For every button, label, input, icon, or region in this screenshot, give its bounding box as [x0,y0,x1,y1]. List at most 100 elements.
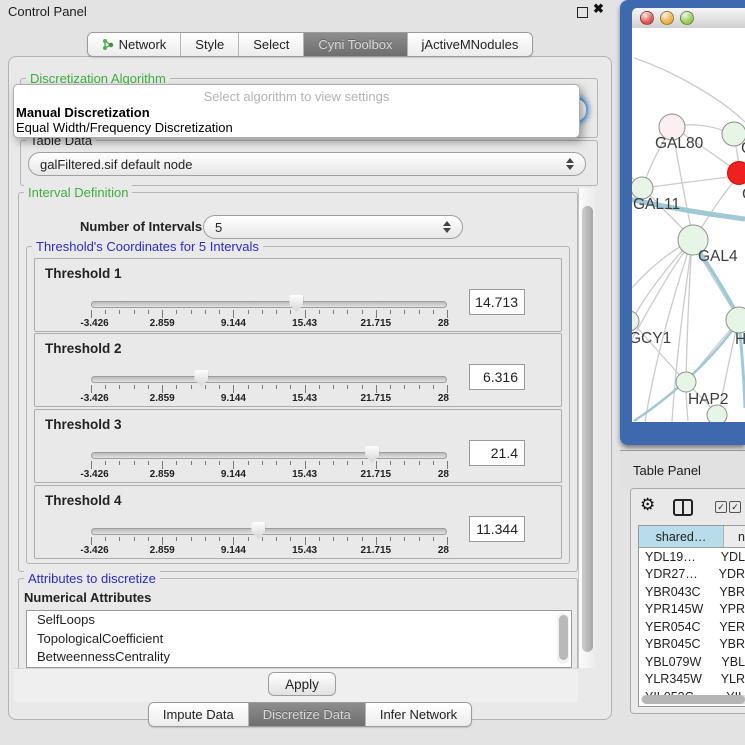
float-panel-icon[interactable] [577,7,588,18]
slider-track[interactable] [91,376,447,383]
slider-ticks [91,537,447,545]
cell[interactable]: YBR045C [639,637,716,651]
minimize-traffic-light-icon[interactable] [660,11,674,25]
table-row[interactable]: YDL19…YDL1 [639,548,745,566]
threshold-value-field[interactable]: 11.344 [469,516,525,542]
network-canvas[interactable]: GAL80GACGAL11GAL4GCY1HHAP2 [632,28,745,422]
tab-label: Cyni Toolbox [318,37,392,52]
tab-discretize-data[interactable]: Discretize Data [248,703,365,726]
cell[interactable]: YDL1 [718,550,745,564]
table-horizontal-scrollbar[interactable] [641,695,745,704]
table-scrollbar-thumb[interactable] [642,695,745,704]
threshold-slider[interactable]: -3.426 2.859 9.144 15.43 21.715 28 [91,293,447,329]
threshold-1-panel: Threshold 1 -3.426 2.859 9.144 15.43 21.… [34,258,562,332]
cell[interactable]: YBR043C [639,585,716,599]
algorithm-option-prompt[interactable]: Select algorithm to view settings [14,89,579,104]
cell[interactable]: YPR1 [716,602,745,616]
column-header-shared-name[interactable]: shared… [639,526,724,547]
threshold-slider[interactable]: -3.426 2.859 9.144 15.43 21.715 28 [91,444,447,480]
table-row[interactable]: YBR043CYBR0 [639,583,745,601]
algorithm-option-equal-width[interactable]: Equal Width/Frequency Discretization [16,120,233,135]
stepper-arrows-icon[interactable] [443,221,451,233]
tick-mark [376,537,377,545]
table-row[interactable]: YDR27…YDR2 [639,566,745,584]
cell[interactable]: YER0 [716,620,745,634]
panel-scrollbar-thumb[interactable] [582,206,593,652]
tab-style[interactable]: Style [180,33,238,56]
list-scrollbar[interactable] [557,613,569,664]
slider-track[interactable] [91,301,447,308]
network-node[interactable] [707,405,727,422]
tick-mark [162,537,163,545]
list-item[interactable]: SelfLoops [27,611,571,630]
algorithm-option-manual[interactable]: Manual Discretization [16,105,150,120]
slider-track[interactable] [91,452,447,459]
tick-mark [290,310,291,314]
cell[interactable]: YPR145W [639,602,716,616]
cell[interactable]: YLR345W [639,672,718,686]
cell[interactable]: YER054C [639,620,716,634]
tick-mark [176,537,177,541]
tick-mark [248,310,249,314]
list-item[interactable]: TopologicalCoefficient [27,630,571,649]
network-edge[interactable] [634,58,745,122]
cell[interactable]: YBR0 [716,637,745,651]
threshold-value-field[interactable]: 21.4 [469,440,525,466]
table-data-combobox-value: galFiltered.sif default node [40,157,192,172]
network-node-hap2[interactable] [676,372,696,392]
table-row[interactable]: YPR145WYPR1 [639,601,745,619]
tab-select[interactable]: Select [238,33,303,56]
close-panel-icon[interactable]: ✖ [593,1,604,17]
slider-track[interactable] [91,528,447,535]
network-node-c[interactable] [728,162,745,185]
tab-cyni-toolbox[interactable]: Cyni Toolbox [303,33,406,56]
network-edge[interactable] [643,176,736,188]
tick-mark [433,310,434,314]
table-row[interactable]: YER054CYER0 [639,618,745,636]
threshold-slider[interactable]: -3.426 2.859 9.144 15.43 21.715 28 [91,520,447,556]
numerical-attributes-list[interactable]: SelfLoops TopologicalCoefficient Between… [26,610,572,668]
network-node-h[interactable] [726,307,745,333]
stepper-arrows-icon[interactable] [566,158,574,170]
list-item[interactable]: BetweennessCentrality [27,648,571,667]
panel-scrollbar[interactable] [578,188,596,668]
table-row[interactable]: YLR345WYLR3 [639,671,745,689]
cell[interactable]: YDR27… [639,567,716,581]
tick-label: -3.426 [80,545,108,556]
checkbox-icon[interactable]: ✓ [729,501,741,513]
checkbox-icon[interactable]: ✓ [715,501,727,513]
list-scrollbar-thumb[interactable] [559,615,568,660]
threshold-value-field[interactable]: 14.713 [469,289,525,315]
cell[interactable]: YBL0 [718,655,745,669]
number-of-intervals-combobox[interactable]: 5 [203,215,463,239]
threshold-value-field[interactable]: 6.316 [469,364,525,390]
tick-label: 2.859 [150,393,175,404]
tab-jactivemnodules[interactable]: jActiveMNodules [407,33,533,56]
tab-infer-network[interactable]: Infer Network [365,703,471,726]
apply-button[interactable]: Apply [268,672,336,696]
cell[interactable]: YBL079W [639,655,718,669]
zoom-traffic-light-icon[interactable] [680,11,694,25]
cell[interactable]: YDL19… [639,550,718,564]
table-row[interactable]: YBL079WYBL0 [639,653,745,671]
cell[interactable]: YLR3 [718,672,745,686]
table-row[interactable]: YBR045CYBR0 [639,636,745,654]
network-window-titlebar[interactable] [632,8,745,28]
tick-mark [205,461,206,465]
column-header-name[interactable]: n [724,526,745,547]
gear-icon[interactable]: ⚙ [640,496,655,513]
split-columns-icon[interactable] [673,499,693,516]
threshold-slider[interactable]: -3.426 2.859 9.144 15.43 21.715 28 [91,368,447,404]
tab-network[interactable]: Network [88,33,181,56]
cell[interactable]: YBR0 [716,585,745,599]
tick-mark [362,461,363,465]
tab-impute-data[interactable]: Impute Data [149,703,248,726]
select-columns-icons[interactable]: ✓ ✓ [715,501,741,513]
network-edge[interactable] [633,241,691,318]
table-panel-box: ⚙ ✓ ✓ shared… n YDL19…YDL1 YDR27…YDR2 YB… [630,488,745,714]
node-table[interactable]: shared… n YDL19…YDL1 YDR27…YDR2 YBR043CY… [638,525,745,707]
cell[interactable]: YDR2 [716,567,745,581]
close-traffic-light-icon[interactable] [640,11,654,25]
tick-mark [319,310,320,314]
table-data-combobox[interactable]: galFiltered.sif default node [28,152,586,176]
